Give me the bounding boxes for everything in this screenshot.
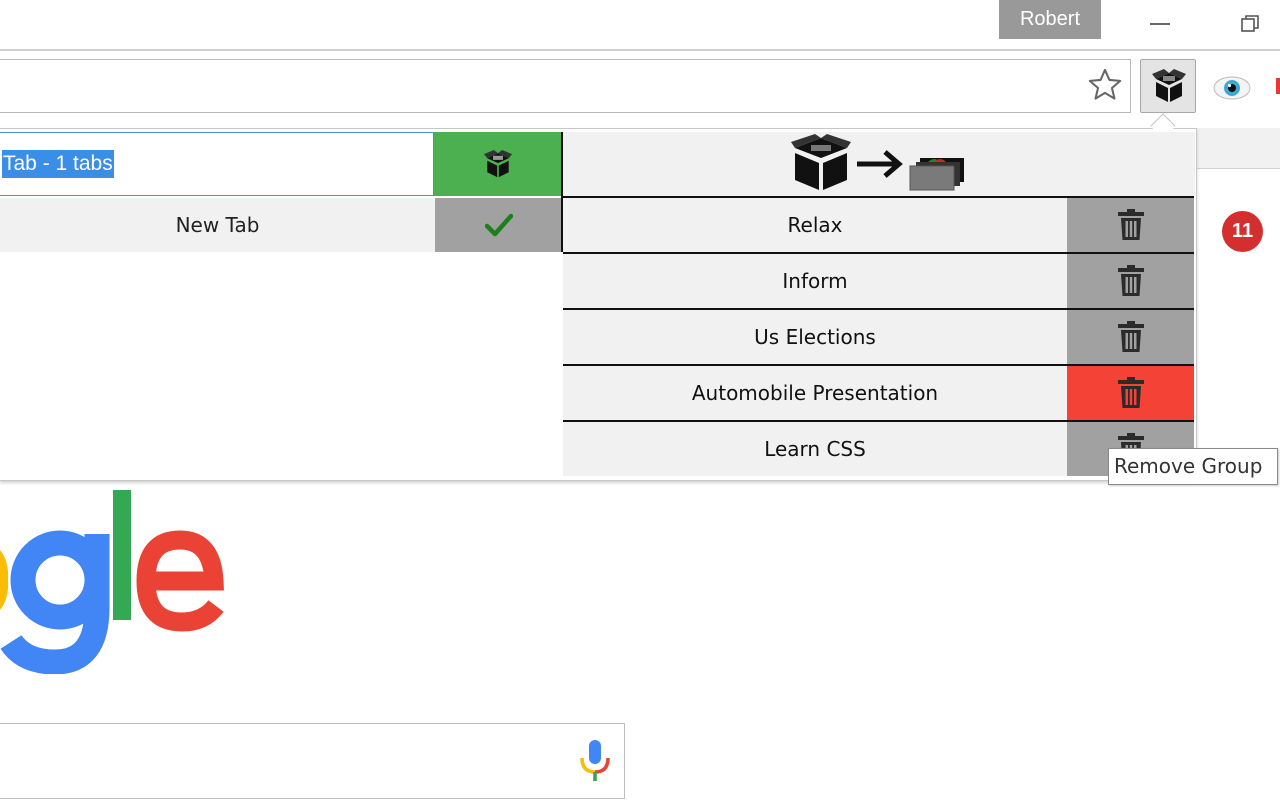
checkmark-icon — [484, 213, 513, 237]
group-label[interactable]: Inform — [563, 254, 1067, 308]
group-label[interactable]: Automobile Presentation — [563, 366, 1067, 420]
eye-icon[interactable] — [1212, 71, 1252, 103]
group-row-inform[interactable]: Inform — [563, 254, 1194, 310]
group-row-learn-css[interactable]: Learn CSS — [563, 422, 1194, 476]
groups-header — [563, 132, 1195, 196]
extension-button[interactable] — [1140, 59, 1196, 113]
group-row-automobile-presentation[interactable]: Automobile Presentation — [563, 366, 1194, 422]
group-label[interactable]: Learn CSS — [563, 422, 1067, 476]
trash-icon — [1117, 377, 1144, 408]
box-icon — [1152, 69, 1186, 102]
google-search-input[interactable] — [0, 723, 625, 799]
star-outline-icon[interactable] — [1086, 66, 1124, 104]
remove-group-button[interactable] — [1067, 198, 1194, 252]
remove-group-button[interactable] — [1067, 366, 1194, 420]
google-logo — [0, 490, 224, 674]
box-to-cards-icon — [791, 134, 964, 191]
remove-group-button[interactable] — [1067, 254, 1194, 308]
selected-text: Tab - 1 tabs — [2, 150, 114, 178]
group-row-us-elections[interactable]: Us Elections — [563, 310, 1194, 366]
extension-icon-edge[interactable] — [1276, 78, 1280, 94]
bookmark-bar-divider — [1196, 168, 1280, 169]
save-group-button[interactable] — [434, 132, 562, 196]
microphone-icon[interactable] — [579, 738, 611, 782]
group-name-input[interactable]: Tab - 1 tabs — [0, 132, 434, 196]
tab-include-toggle[interactable] — [435, 198, 562, 252]
group-row-relax[interactable]: Relax — [563, 198, 1194, 254]
tooltip: Remove Group — [1108, 448, 1278, 485]
remove-group-button[interactable] — [1067, 310, 1194, 364]
profile-button[interactable]: Robert — [999, 0, 1101, 39]
trash-icon — [1117, 265, 1144, 296]
current-tab-row[interactable]: New Tab — [0, 198, 562, 252]
bookmark-bar — [1196, 128, 1280, 169]
address-bar[interactable] — [0, 59, 1131, 113]
restore-icon[interactable] — [1240, 14, 1260, 34]
tab-title: New Tab — [175, 213, 260, 237]
box-icon — [484, 150, 512, 178]
group-label[interactable]: Us Elections — [563, 310, 1067, 364]
trash-icon — [1117, 321, 1144, 352]
minimize-icon[interactable] — [1150, 23, 1170, 25]
trash-icon — [1117, 209, 1144, 240]
toolbar-divider — [0, 49, 1280, 51]
notification-badge[interactable]: 11 — [1222, 211, 1263, 252]
group-label[interactable]: Relax — [563, 198, 1067, 252]
